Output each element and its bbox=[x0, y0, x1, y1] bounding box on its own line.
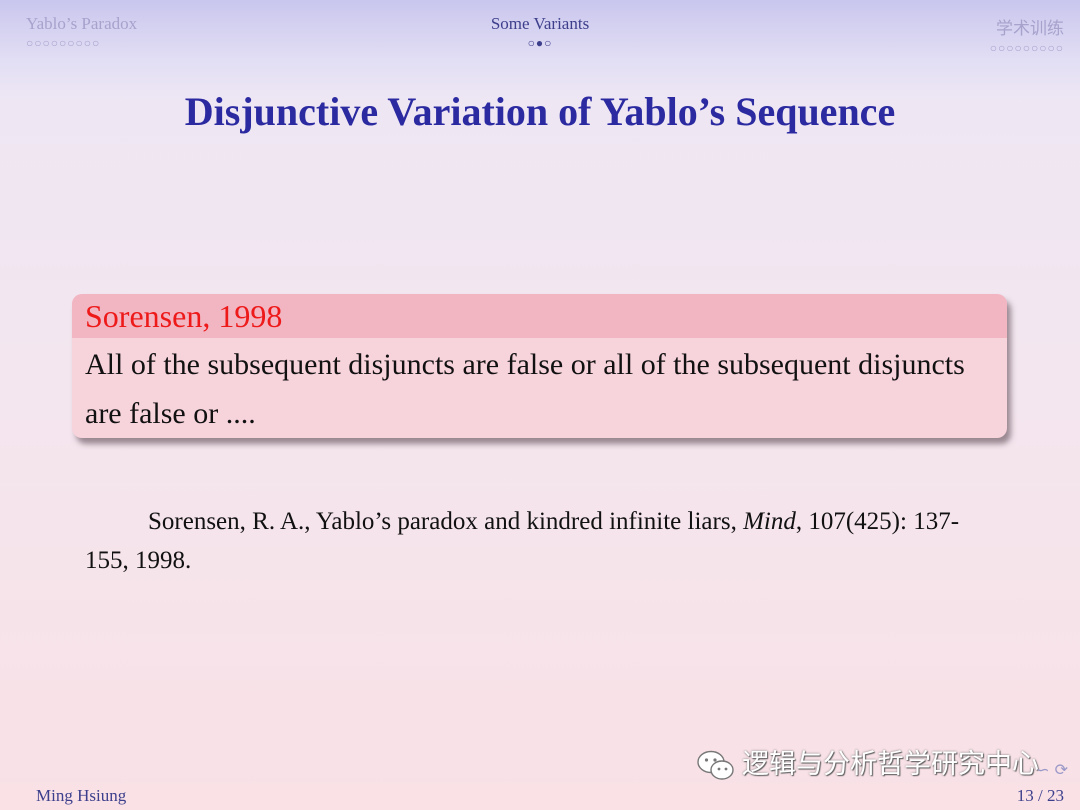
beamer-nav-symbols[interactable]: ∽ ⟳ bbox=[1036, 760, 1068, 779]
reference-journal: Mind bbox=[743, 508, 796, 535]
footer-author: Ming Hsiung bbox=[36, 786, 127, 805]
watermark-text: 逻辑与分析哲学研究中心 bbox=[742, 749, 1039, 780]
wechat-icon bbox=[697, 750, 734, 780]
nav-section-label: Some Variants bbox=[490, 14, 590, 33]
reference-authors: Sorensen, R. A., Yablo’s paradox and kin… bbox=[148, 508, 744, 535]
nav-section-some-variants[interactable]: Some Variants ○●○ bbox=[0, 14, 1080, 50]
block-title: Sorensen, 1998 bbox=[72, 294, 1007, 338]
nav-section-label: 学术训练 bbox=[996, 19, 1064, 38]
block-body: All of the subsequent disjuncts are fals… bbox=[85, 348, 965, 430]
theorem-block: Sorensen, 1998 All of the subsequent dis… bbox=[72, 294, 1007, 438]
slide-title: Disjunctive Variation of Yablo’s Sequenc… bbox=[184, 89, 896, 134]
nav-section-dots[interactable]: ○●○ bbox=[0, 36, 1080, 50]
nav-section-academic-training[interactable]: 学术训练 ○○○○○○○○○ bbox=[990, 14, 1064, 55]
nav-section-dots[interactable]: ○○○○○○○○○ bbox=[990, 41, 1064, 55]
page-number: 13 / 23 bbox=[1016, 786, 1064, 805]
reference-citation: Sorensen, R. A., Yablo’s paradox and kin… bbox=[85, 502, 985, 580]
watermark: 逻辑与分析哲学研究中心 bbox=[696, 742, 1039, 783]
